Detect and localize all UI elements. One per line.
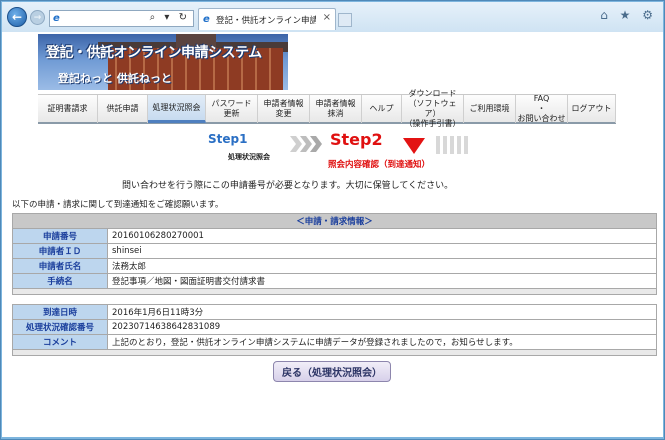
menu-item-7[interactable]: ダウンロード （ソフトウェア） （操作手引書） [402,89,464,128]
progress-bars-icon [436,136,470,154]
table-caption: ＜申請・請求情報＞ [12,213,657,229]
row-label: 処理状況確認番号 [12,319,108,335]
new-tab-button[interactable] [338,13,352,27]
ie-logo-icon: e [53,13,60,24]
table-row: 処理状況確認番号 20230714638642831089 [12,319,657,335]
row-value: 20160106280270001 [107,228,657,244]
back-button[interactable]: ← [7,7,27,27]
table-spacer [12,349,657,356]
browser-window: ← → e ⌕ ▾ ↻ e 登記・供託オンライン申請シス... × ⌂ ★ ⚙ … [0,0,665,440]
browser-toolbar: ← → e ⌕ ▾ ↻ e 登記・供託オンライン申請シス... × ⌂ ★ ⚙ [2,2,663,32]
row-label: 到達日時 [12,304,108,320]
menu-item-6[interactable]: ヘルプ [362,95,402,123]
table-row: 申請者氏名 法務太郎 [12,258,657,274]
row-value: 法務太郎 [107,258,657,274]
step1-sub: 処理状況照会 [228,153,270,161]
forward-button[interactable]: → [30,10,45,25]
down-arrow-icon [403,138,425,154]
menu-item-8[interactable]: ご利用環境 [464,95,516,123]
row-label: 申請番号 [12,228,108,244]
row-label: コメント [12,334,108,350]
application-info-table: ＜申請・請求情報＞ 申請番号 20160106280270001 申請者ＩＤ shi… [12,213,657,295]
site-title: 登記・供託オンライン申請システム [46,45,262,61]
menu-item-5[interactable]: 申請者情報 抹消 [310,95,362,123]
back-arrow-icon: ← [11,10,23,24]
address-tools-icon[interactable]: ⌕ ▾ ↻ [150,12,190,23]
row-value: 登記事項／地図・図面証明書交付請求書 [107,273,657,289]
menu-item-10[interactable]: ログアウト [568,95,616,123]
step1-label: Step1 [208,132,248,146]
forward-arrow-icon: → [33,12,42,23]
window-tools-icons[interactable]: ⌂ ★ ⚙ [600,8,657,22]
table-row: 申請番号 20160106280270001 [12,228,657,244]
row-value: 上記のとおり，登記・供託オンライン申請システムに申請データが登録されましたので，… [107,334,657,350]
row-label: 申請者ＩＤ [12,243,108,259]
row-value: shinsei [107,243,657,259]
chevron-progress-icon [290,136,322,152]
row-label: 手続名 [12,273,108,289]
table-row: 到達日時 2016年1月6日11時3分 [12,304,657,320]
menu-item-1[interactable]: 供託申請 [98,95,148,123]
notice-text: 問い合わせを行う際にこの申請番号が必要となります。大切に保管してください。 [122,181,454,191]
step2-label: Step2 [330,130,383,149]
menu-item-2[interactable]: 処理状況照会 [148,95,206,123]
tab-title: 登記・供託オンライン申請シス... [216,16,316,26]
arrival-info-table: 到達日時 2016年1月6日11時3分 処理状況確認番号 2023071463864… [12,304,657,356]
menu-item-9[interactable]: FAQ ・ お問い合わせ [516,94,568,123]
row-value: 2016年1月6日11時3分 [107,304,657,320]
back-to-inquiry-button[interactable]: 戻る（処理状況照会） [273,361,391,382]
table-row: コメント 上記のとおり，登記・供託オンライン申請システムに申請データが登録されまし… [12,334,657,350]
menu-item-0[interactable]: 証明書請求 [38,95,98,123]
tab-close-icon[interactable]: × [323,12,331,23]
row-label: 申請者氏名 [12,258,108,274]
site-subtitle: 登記ねっと 供託ねっと [58,72,172,85]
address-bar[interactable]: e ⌕ ▾ ↻ [49,10,194,27]
intro-text: 以下の申請・請求に関して到達通知をご確認願います。 [12,200,224,210]
menu-item-4[interactable]: 申請者情報 変更 [258,95,310,123]
browser-tab[interactable]: e 登記・供託オンライン申請シス... × [198,8,336,30]
table-spacer [12,288,657,295]
page-viewport: 登記・供託オンライン申請システム 登記ねっと 供託ねっと 証明書請求 供託申請 処理… [2,32,663,437]
table-row: 手続名 登記事項／地図・図面証明書交付請求書 [12,273,657,289]
table-row: 申請者ＩＤ shinsei [12,243,657,259]
menu-item-3[interactable]: パスワード 更新 [206,95,258,123]
main-menu: 証明書請求 供託申請 処理状況照会 パスワード 更新 申請者情報 変更 申請者情報 抹消ヘ… [38,89,616,128]
tab-ie-icon: e [203,14,210,25]
site-banner: 登記・供託オンライン申請システム 登記ねっと 供託ねっと [38,34,288,90]
step2-sub: 照会内容確認（到達通知） [328,160,431,170]
row-value: 20230714638642831089 [107,319,657,335]
